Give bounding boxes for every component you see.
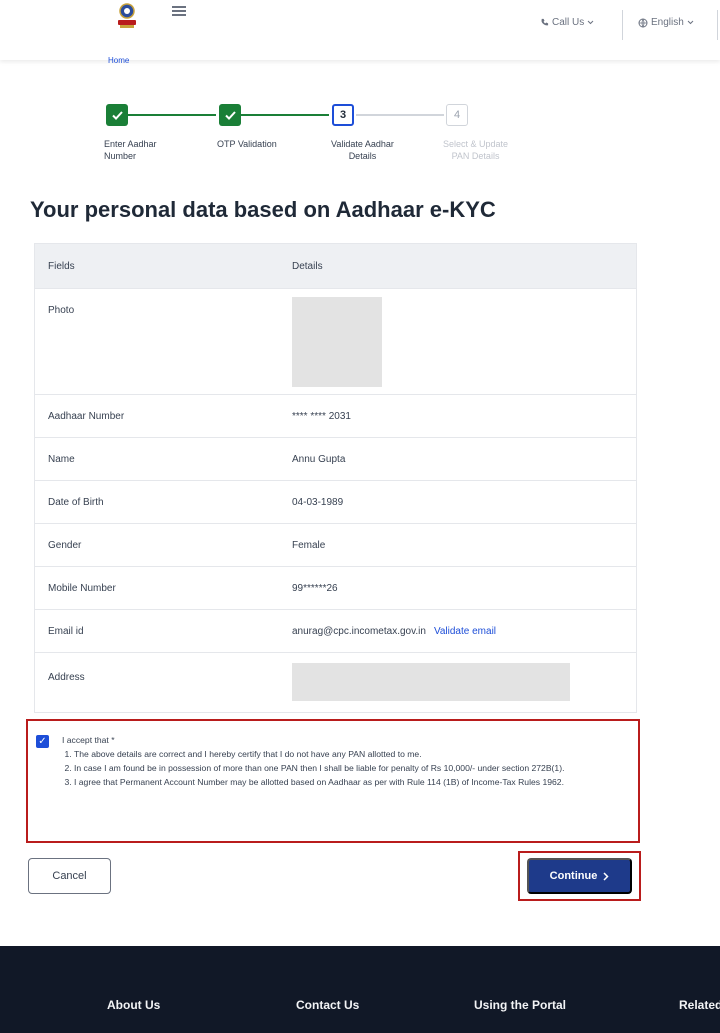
step-4-indicator: 4	[446, 104, 468, 126]
chevron-down-icon	[687, 20, 694, 25]
row-label-dob: Date of Birth	[48, 496, 104, 508]
phone-icon	[541, 18, 549, 26]
row-label-photo: Photo	[48, 305, 75, 316]
hamburger-menu-icon[interactable]	[172, 6, 186, 16]
table-row-gender: Gender Female	[35, 523, 636, 566]
step-4-label-line1: Select & Update	[443, 139, 509, 149]
step-3-label: Validate Aadhar Details	[331, 138, 394, 162]
row-label-name: Name	[48, 453, 75, 465]
declaration-list: The above details are correct and I here…	[74, 747, 632, 789]
call-us-label: Call Us	[552, 17, 585, 28]
step-connector	[241, 114, 329, 116]
row-value-gender: Female	[292, 539, 326, 551]
row-value-aadhaar: **** **** 2031	[292, 410, 351, 422]
step-connector	[128, 114, 216, 116]
step-3-indicator: 3	[332, 104, 354, 126]
step-1-label: Enter Aadhar Number	[104, 138, 157, 162]
step-2-indicator	[219, 104, 241, 126]
step-3-label-line2: Details	[348, 151, 377, 161]
step-2-label-line1: OTP Validation	[217, 139, 277, 149]
declaration-text: I accept that * The above details are co…	[62, 733, 632, 789]
footer-contact-us[interactable]: Contact Us	[296, 998, 359, 1012]
step-1-indicator	[106, 104, 128, 126]
call-us-dropdown[interactable]: Call Us	[540, 17, 594, 28]
breadcrumb-home[interactable]: Home	[108, 56, 129, 65]
row-value-email: anurag@cpc.incometax.gov.in	[292, 625, 426, 637]
table-row-aadhaar: Aadhaar Number **** **** 2031	[35, 394, 636, 437]
language-dropdown[interactable]: English	[638, 17, 694, 28]
header-divider	[717, 10, 718, 40]
footer: About Us Contact Us Using the Portal Rel…	[0, 946, 720, 1033]
row-value-dob: 04-03-1989	[292, 496, 344, 508]
table-header: Fields Details	[35, 244, 636, 288]
step-1-label-line1: Enter Aadhar	[104, 139, 157, 149]
check-icon	[224, 110, 236, 120]
row-value-name: Annu Gupta	[292, 453, 346, 465]
continue-button[interactable]: Continue	[527, 858, 632, 894]
check-icon	[111, 110, 123, 120]
photo-placeholder	[292, 297, 382, 387]
table-row-dob: Date of Birth 04-03-1989	[35, 480, 636, 523]
step-4-label: Select & Update PAN Details	[443, 138, 508, 162]
step-1-label-line2: Number	[104, 151, 137, 161]
step-3-number: 3	[339, 109, 347, 121]
header-divider	[622, 10, 623, 40]
footer-using-portal[interactable]: Using the Portal	[474, 998, 566, 1012]
column-header-details: Details	[292, 260, 323, 272]
step-4-label-line2: PAN Details	[451, 151, 500, 161]
declaration-panel: ✓ I accept that * The above details are …	[26, 719, 640, 843]
address-placeholder	[292, 663, 570, 701]
declaration-item: In case I am found be in possession of m…	[74, 761, 632, 775]
accept-checkbox[interactable]: ✓	[36, 735, 49, 748]
step-3-label-line1: Validate Aadhar	[331, 139, 394, 149]
step-connector	[356, 114, 444, 116]
chevron-down-icon	[587, 20, 594, 25]
step-2-label: OTP Validation	[217, 138, 277, 150]
page-title: Your personal data based on Aadhaar e-KY…	[30, 197, 496, 222]
footer-related[interactable]: Related	[679, 998, 720, 1012]
column-header-fields: Fields	[48, 260, 75, 272]
globe-icon	[638, 18, 648, 28]
continue-label: Continue	[549, 870, 598, 882]
table-row-address: Address	[35, 652, 636, 712]
declaration-item: The above details are correct and I here…	[74, 747, 632, 761]
accept-label: I accept that *	[62, 735, 115, 745]
step-4-number: 4	[453, 109, 461, 121]
row-label-address: Address	[48, 672, 85, 683]
chevron-right-icon	[603, 871, 609, 881]
table-row-mobile: Mobile Number 99******26	[35, 566, 636, 609]
language-label: English	[651, 17, 684, 28]
table-row-email: Email id anurag@cpc.incometax.gov.in Vali…	[35, 609, 636, 652]
kyc-details-table: Fields Details Photo Aadhaar Number ****…	[34, 243, 637, 713]
declaration-item: I agree that Permanent Account Number ma…	[74, 775, 632, 789]
row-value-mobile: 99******26	[292, 582, 338, 594]
emblem-logo[interactable]	[110, 2, 144, 32]
cancel-button[interactable]: Cancel	[28, 858, 111, 894]
row-label-aadhaar: Aadhaar Number	[48, 410, 125, 422]
row-label-mobile: Mobile Number	[48, 582, 116, 594]
top-header: Call Us English	[0, 0, 720, 60]
footer-about-us[interactable]: About Us	[107, 998, 160, 1012]
table-row-name: Name Annu Gupta	[35, 437, 636, 480]
validate-email-link[interactable]: Validate email	[434, 626, 496, 637]
table-row-photo: Photo	[35, 288, 636, 394]
row-label-email: Email id	[48, 625, 84, 637]
row-label-gender: Gender	[48, 539, 82, 551]
